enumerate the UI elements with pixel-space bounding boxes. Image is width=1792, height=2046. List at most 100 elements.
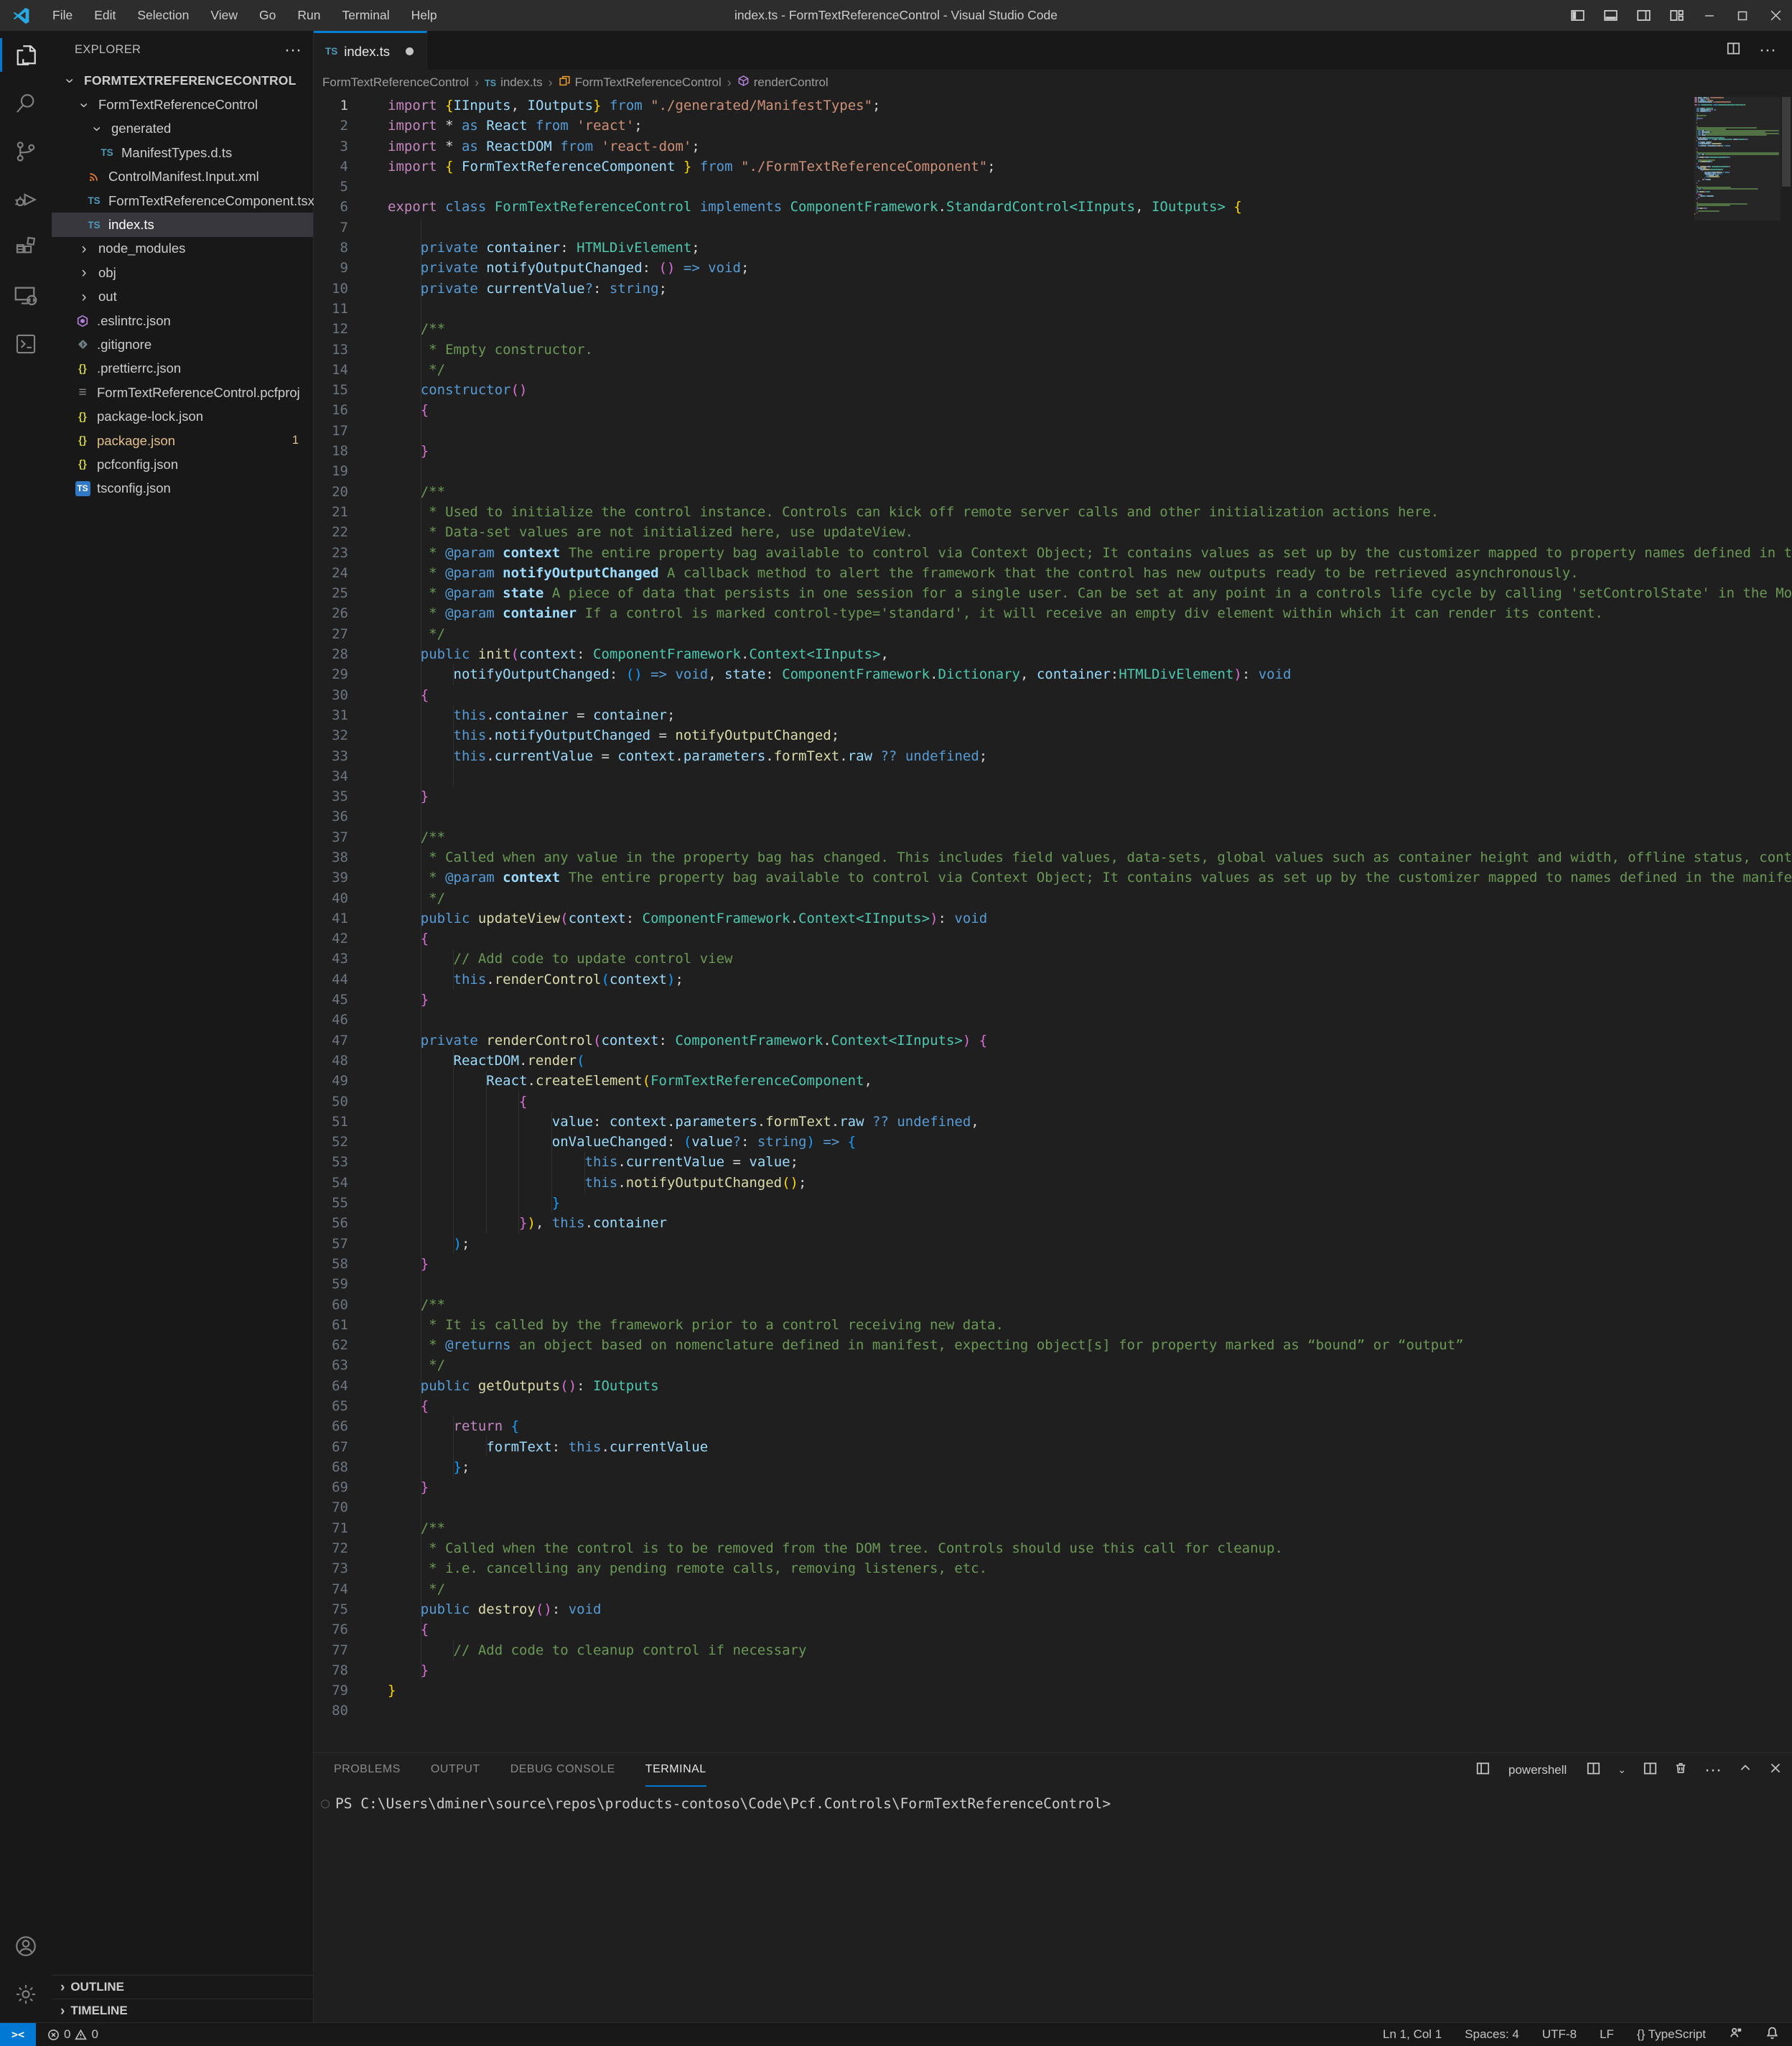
kill-terminal-trash-icon[interactable]	[1674, 1762, 1687, 1778]
tree-item[interactable]: .gitignore	[52, 333, 313, 356]
code-line[interactable]: 80	[314, 1701, 1792, 1721]
editor-more-actions-icon[interactable]: ···	[1759, 47, 1776, 54]
tree-item[interactable]: ›obj	[52, 261, 313, 284]
remote-indicator[interactable]: ><	[0, 2023, 36, 2046]
code-line[interactable]: 59	[314, 1274, 1792, 1294]
toggle-secondary-sidebar-icon[interactable]	[1627, 0, 1660, 31]
code-line[interactable]: 30 {	[314, 685, 1792, 705]
code-line[interactable]: 61 * It is called by the framework prior…	[314, 1315, 1792, 1335]
tree-item[interactable]: ›node_modules	[52, 237, 313, 261]
breadcrumb-item[interactable]: renderControl	[737, 75, 829, 90]
code-line[interactable]: 78 }	[314, 1660, 1792, 1680]
code-line[interactable]: 56 }), this.container	[314, 1213, 1792, 1233]
tree-item[interactable]: TStsconfig.json	[52, 477, 313, 501]
code-line[interactable]: 69 }	[314, 1477, 1792, 1497]
panel-tab-terminal[interactable]: TERMINAL	[645, 1753, 706, 1787]
status-item[interactable]: LF	[1600, 2027, 1614, 2042]
tree-item[interactable]: {}pcfconfig.json	[52, 452, 313, 476]
code-line[interactable]: 42 {	[314, 929, 1792, 949]
problems-status[interactable]: 0 0	[36, 2027, 110, 2042]
split-terminal-icon[interactable]	[1587, 1762, 1600, 1779]
tree-item[interactable]: {}package.json1	[52, 429, 313, 452]
maximize-panel-icon[interactable]	[1739, 1762, 1752, 1778]
menu-terminal[interactable]: Terminal	[331, 0, 400, 31]
code-line[interactable]: 52 onValueChanged: (value?: string) => {	[314, 1132, 1792, 1152]
code-line[interactable]: 10 private currentValue?: string;	[314, 279, 1792, 299]
editor-scrollbar[interactable]	[1782, 97, 1791, 187]
tree-item[interactable]: ›out	[52, 285, 313, 309]
menu-edit[interactable]: Edit	[83, 0, 126, 31]
code-line[interactable]: 71 /**	[314, 1518, 1792, 1538]
code-line[interactable]: 77 // Add code to cleanup control if nec…	[314, 1640, 1792, 1660]
tree-item[interactable]: .eslintrc.json	[52, 309, 313, 333]
code-line[interactable]: 43 // Add code to update control view	[314, 949, 1792, 969]
code-line[interactable]: 22 * Data-set values are not initialized…	[314, 522, 1792, 542]
menu-help[interactable]: Help	[401, 0, 448, 31]
code-line[interactable]: 38 * Called when any value in the proper…	[314, 847, 1792, 868]
code-line[interactable]: 39 * @param context The entire property …	[314, 868, 1792, 888]
code-line[interactable]: 58 }	[314, 1254, 1792, 1274]
code-line[interactable]: 46	[314, 1010, 1792, 1030]
code-line[interactable]: 13 * Empty constructor.	[314, 340, 1792, 360]
breadcrumb-item[interactable]: FormTextReferenceControl	[559, 75, 722, 90]
code-line[interactable]: 68 };	[314, 1457, 1792, 1477]
code-line[interactable]: 1import {IInputs, IOutputs} from "./gene…	[314, 96, 1792, 116]
code-line[interactable]: 55 }	[314, 1193, 1792, 1213]
code-line[interactable]: 34	[314, 766, 1792, 786]
code-line[interactable]: 53 this.currentValue = value;	[314, 1152, 1792, 1172]
tree-item[interactable]: ≡FormTextReferenceControl.pcfproj	[52, 381, 313, 404]
toggle-sidebar-icon[interactable]	[1561, 0, 1594, 31]
code-line[interactable]: 5	[314, 177, 1792, 197]
code-line[interactable]: 29 notifyOutputChanged: () => void, stat…	[314, 664, 1792, 684]
remote-explorer-icon[interactable]	[0, 271, 52, 320]
menu-go[interactable]: Go	[248, 0, 286, 31]
code-line[interactable]: 65 {	[314, 1396, 1792, 1416]
code-line[interactable]: 47 private renderControl(context: Compon…	[314, 1031, 1792, 1051]
run-debug-icon[interactable]	[0, 175, 52, 223]
code-line[interactable]: 26 * @param container If a control is ma…	[314, 603, 1792, 623]
code-line[interactable]: 32 this.notifyOutputChanged = notifyOutp…	[314, 725, 1792, 745]
code-line[interactable]: 6export class FormTextReferenceControl i…	[314, 197, 1792, 217]
code-line[interactable]: 21 * Used to initialize the control inst…	[314, 502, 1792, 522]
breadcrumb-item[interactable]: TSindex.ts	[485, 75, 543, 90]
code-line[interactable]: 25 * @param state A piece of data that p…	[314, 583, 1792, 603]
code-line[interactable]: 7	[314, 218, 1792, 238]
tree-item[interactable]: {}.prettierrc.json	[52, 357, 313, 381]
new-terminal-split-icon[interactable]	[1643, 1762, 1657, 1779]
code-line[interactable]: 40 */	[314, 888, 1792, 908]
customize-layout-icon[interactable]	[1660, 0, 1693, 31]
remote-terminal-icon[interactable]	[0, 320, 52, 368]
breadcrumb-item[interactable]: FormTextReferenceControl	[322, 75, 469, 90]
extensions-icon[interactable]	[0, 223, 52, 271]
code-line[interactable]: 16 {	[314, 400, 1792, 420]
code-line[interactable]: 18 }	[314, 441, 1792, 461]
status-item[interactable]: UTF-8	[1542, 2027, 1577, 2042]
tree-item[interactable]: ›FormTextReferenceControl	[52, 93, 313, 116]
status-item[interactable]: Spaces: 4	[1465, 2027, 1519, 2042]
tree-item[interactable]: {}package-lock.json	[52, 404, 313, 428]
code-line[interactable]: 35 }	[314, 786, 1792, 806]
code-line[interactable]: 28 public init(context: ComponentFramewo…	[314, 644, 1792, 664]
status-item[interactable]: {} TypeScript	[1637, 2027, 1706, 2042]
code-line[interactable]: 67 formText: this.currentValue	[314, 1437, 1792, 1457]
settings-gear-icon[interactable]	[0, 1970, 52, 2018]
modified-dot-icon[interactable]	[406, 47, 414, 55]
source-control-icon[interactable]	[0, 127, 52, 175]
menu-run[interactable]: Run	[286, 0, 331, 31]
code-line[interactable]: 15 constructor()	[314, 380, 1792, 400]
toggle-panel-icon[interactable]	[1594, 0, 1627, 31]
code-line[interactable]: 70	[314, 1497, 1792, 1517]
code-line[interactable]: 17	[314, 421, 1792, 441]
tree-item[interactable]: TSManifestTypes.d.ts	[52, 141, 313, 164]
maximize-button[interactable]	[1726, 0, 1759, 31]
code-line[interactable]: 23 * @param context The entire property …	[314, 543, 1792, 563]
tree-item[interactable]: ControlManifest.Input.xml	[52, 165, 313, 189]
code-line[interactable]: 2import * as React from 'react';	[314, 116, 1792, 136]
code-line[interactable]: 31 this.container = container;	[314, 705, 1792, 725]
code-line[interactable]: 45 }	[314, 990, 1792, 1010]
code-line[interactable]: 19	[314, 461, 1792, 481]
close-button[interactable]	[1759, 0, 1792, 31]
code-line[interactable]: 27 */	[314, 624, 1792, 644]
search-icon[interactable]	[0, 79, 52, 127]
code-line[interactable]: 8 private container: HTMLDivElement;	[314, 238, 1792, 258]
